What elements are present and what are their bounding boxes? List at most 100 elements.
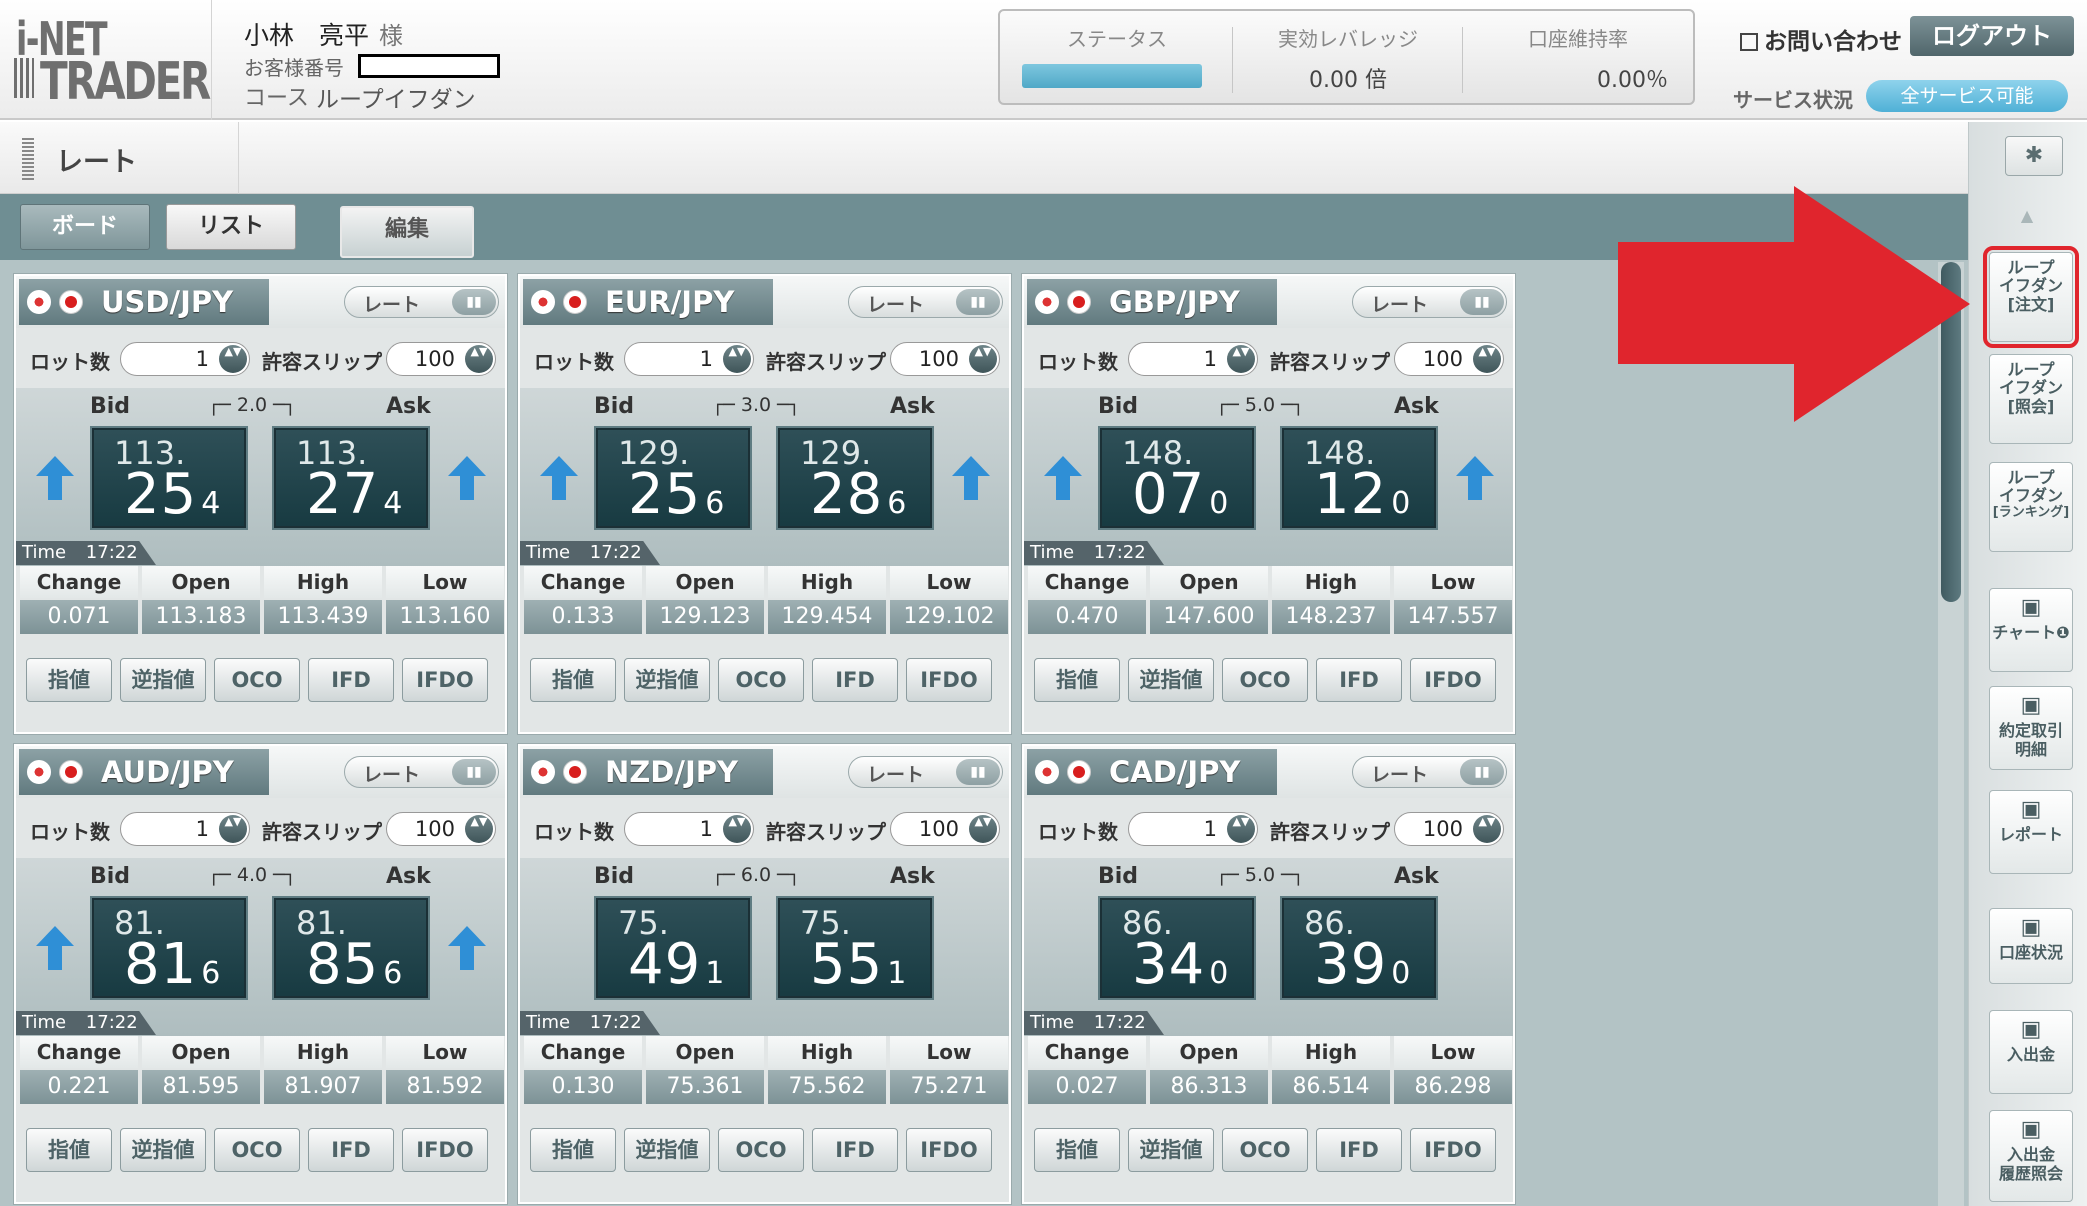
stepper-arrows-icon[interactable]: ▲▼ (465, 345, 493, 373)
ask-price-button[interactable]: 75. 55 1 (776, 896, 934, 1000)
rail-button-2[interactable]: ループ イフダン [ランキング] (1989, 462, 2073, 552)
order-button-ifd[interactable]: IFD (812, 658, 898, 702)
chevron-up-icon[interactable]: ▲ (1995, 206, 2059, 238)
contact-link[interactable]: お問い合わせ (1740, 22, 1902, 56)
order-button-指値[interactable]: 指値 (1034, 1128, 1120, 1172)
slip-value: 100 (918, 817, 959, 841)
slip-stepper[interactable]: 100 ▲▼ (890, 342, 1000, 376)
slip-stepper[interactable]: 100 ▲▼ (386, 812, 496, 846)
logo: i-NET TRADER (0, 0, 212, 120)
order-button-指値[interactable]: 指値 (530, 658, 616, 702)
bid-price-button[interactable]: 81. 81 6 (90, 896, 248, 1000)
rail-button-4[interactable]: ▣ 約定取引 明細 (1989, 686, 2073, 770)
rate-toggle[interactable]: レート ▮▮ (1352, 286, 1507, 318)
order-button-逆指値[interactable]: 逆指値 (120, 658, 206, 702)
lot-stepper[interactable]: 1 ▲▼ (624, 812, 754, 846)
rate-toggle[interactable]: レート ▮▮ (848, 286, 1003, 318)
slip-stepper[interactable]: 100 ▲▼ (1394, 812, 1504, 846)
stepper-arrows-icon[interactable]: ▲▼ (219, 815, 247, 843)
ask-price-button[interactable]: 81. 85 6 (272, 896, 430, 1000)
order-button-逆指値[interactable]: 逆指値 (1128, 658, 1214, 702)
pair-tab: CAD/JPY (1027, 749, 1277, 795)
order-button-oco[interactable]: OCO (718, 658, 804, 702)
rail-button-6[interactable]: ▣ 口座状況 (1989, 908, 2073, 984)
rail-button-0[interactable]: ループ イフダン [注文] (1983, 246, 2079, 348)
rate-toggle[interactable]: レート ▮▮ (848, 756, 1003, 788)
stepper-arrows-icon[interactable]: ▲▼ (1227, 345, 1255, 373)
stepper-arrows-icon[interactable]: ▲▼ (969, 345, 997, 373)
order-button-ifdo[interactable]: IFDO (906, 658, 992, 702)
tab-list[interactable]: リスト (166, 204, 296, 250)
rate-toggle[interactable]: レート ▮▮ (1352, 756, 1507, 788)
order-button-ifdo[interactable]: IFDO (402, 1128, 488, 1172)
bid-price-button[interactable]: 86. 34 0 (1098, 896, 1256, 1000)
ask-price-button[interactable]: 113. 27 4 (272, 426, 430, 530)
slip-stepper[interactable]: 100 ▲▼ (890, 812, 1000, 846)
ask-price-button[interactable]: 86. 39 0 (1280, 896, 1438, 1000)
stepper-arrows-icon[interactable]: ▲▼ (1473, 345, 1501, 373)
stepper-arrows-icon[interactable]: ▲▼ (1473, 815, 1501, 843)
order-button-ifd[interactable]: IFD (1316, 658, 1402, 702)
stepper-arrows-icon[interactable]: ▲▼ (219, 345, 247, 373)
rail-button-3[interactable]: ▣ チャート❶ (1989, 588, 2073, 672)
drag-handle[interactable] (22, 136, 34, 180)
lot-stepper[interactable]: 1 ▲▼ (1128, 812, 1258, 846)
ask-price-button[interactable]: 148. 12 0 (1280, 426, 1438, 530)
order-button-逆指値[interactable]: 逆指値 (120, 1128, 206, 1172)
quote-panel: Bid Ask ┌─ 4.0 ─┐ 81. 81 6 81. 85 6 Time 17:22 (16, 858, 505, 1036)
stepper-arrows-icon[interactable]: ▲▼ (723, 815, 751, 843)
bid-price-button[interactable]: 113. 25 4 (90, 426, 248, 530)
order-button-逆指値[interactable]: 逆指値 (1128, 1128, 1214, 1172)
order-button-ifd[interactable]: IFD (308, 658, 394, 702)
stepper-arrows-icon[interactable]: ▲▼ (969, 815, 997, 843)
order-button-逆指値[interactable]: 逆指値 (624, 1128, 710, 1172)
pair-tab: AUD/JPY (19, 749, 269, 795)
rail-button-8[interactable]: ▣ 入出金 履歴照会 (1989, 1110, 2073, 1202)
slip-stepper[interactable]: 100 ▲▼ (386, 342, 496, 376)
order-button-指値[interactable]: 指値 (530, 1128, 616, 1172)
rate-toggle[interactable]: レート ▮▮ (344, 756, 499, 788)
order-button-ifdo[interactable]: IFDO (1410, 1128, 1496, 1172)
order-button-ifdo[interactable]: IFDO (906, 1128, 992, 1172)
stepper-arrows-icon[interactable]: ▲▼ (465, 815, 493, 843)
gear-icon[interactable]: ✱ (2005, 136, 2063, 176)
up-arrow-icon (36, 926, 74, 970)
lot-stepper[interactable]: 1 ▲▼ (120, 812, 250, 846)
order-button-ifd[interactable]: IFD (812, 1128, 898, 1172)
stat-low-value: 86.298 (1394, 1070, 1512, 1104)
tab-edit[interactable]: 編集 (340, 206, 474, 258)
bid-price-button[interactable]: 129. 25 6 (594, 426, 752, 530)
stat-open-label: Open (142, 1036, 260, 1068)
toggle-knob-icon: ▮▮ (956, 289, 1000, 315)
order-button-指値[interactable]: 指値 (1034, 658, 1120, 702)
bid-price-button[interactable]: 75. 49 1 (594, 896, 752, 1000)
bid-price-button[interactable]: 148. 07 0 (1098, 426, 1256, 530)
lot-stepper[interactable]: 1 ▲▼ (624, 342, 754, 376)
stepper-arrows-icon[interactable]: ▲▼ (723, 345, 751, 373)
order-button-ifd[interactable]: IFD (308, 1128, 394, 1172)
lot-stepper[interactable]: 1 ▲▼ (1128, 342, 1258, 376)
rate-toggle[interactable]: レート ▮▮ (344, 286, 499, 318)
ask-price-button[interactable]: 129. 28 6 (776, 426, 934, 530)
order-button-oco[interactable]: OCO (1222, 658, 1308, 702)
rail-button-5[interactable]: ▣ レポート (1989, 790, 2073, 874)
order-button-oco[interactable]: OCO (214, 1128, 300, 1172)
rail-button-7[interactable]: ▣ 入出金 (1989, 1010, 2073, 1094)
logout-button[interactable]: ログアウト (1910, 16, 2074, 56)
order-button-指値[interactable]: 指値 (26, 658, 112, 702)
order-button-oco[interactable]: OCO (1222, 1128, 1308, 1172)
stepper-arrows-icon[interactable]: ▲▼ (1227, 815, 1255, 843)
lot-stepper[interactable]: 1 ▲▼ (120, 342, 250, 376)
order-button-oco[interactable]: OCO (718, 1128, 804, 1172)
tab-board[interactable]: ボード (20, 204, 150, 250)
order-button-ifdo[interactable]: IFDO (1410, 658, 1496, 702)
order-button-oco[interactable]: OCO (214, 658, 300, 702)
order-button-ifdo[interactable]: IFDO (402, 658, 488, 702)
currency-card: NZD/JPY レート ▮▮ ロット数 1 ▲▼ 許容スリップ 100 ▲▼ Bid Ask ┌─ 6… (518, 744, 1011, 1204)
slip-stepper[interactable]: 100 ▲▼ (1394, 342, 1504, 376)
rail-button-1[interactable]: ループ イフダン [照会] (1989, 354, 2073, 444)
order-button-指値[interactable]: 指値 (26, 1128, 112, 1172)
order-button-逆指値[interactable]: 逆指値 (624, 658, 710, 702)
order-button-ifd[interactable]: IFD (1316, 1128, 1402, 1172)
ask-label: Ask (1394, 394, 1439, 419)
